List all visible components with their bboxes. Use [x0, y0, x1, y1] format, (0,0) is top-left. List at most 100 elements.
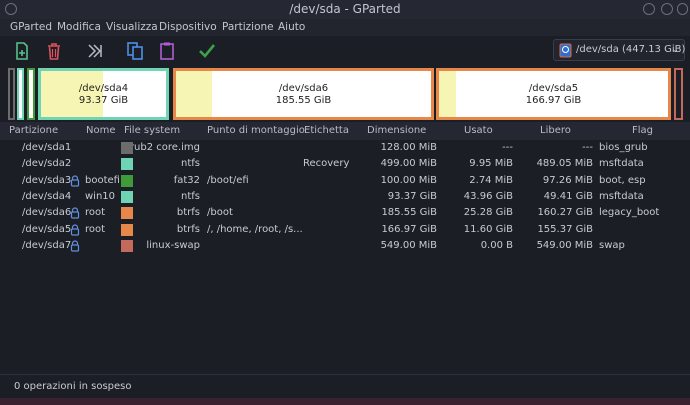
- fs-color-swatch: [121, 190, 133, 203]
- used-fill: [176, 71, 212, 117]
- table-row[interactable]: /dev/sda7 swap linux-swap 549.00 MiB 0.00 B 5…: [0, 238, 690, 254]
- cell-flags: swap: [599, 239, 625, 251]
- table-row[interactable]: /dev/sda1 bios_grub grub2 core.img 128.00 M…: [0, 140, 690, 156]
- table-header: Partizione Nome File system Punto di mon…: [0, 122, 690, 140]
- apply-icon[interactable]: [197, 41, 217, 61]
- cell-free: 489.05 MiB: [536, 158, 593, 170]
- col-nome[interactable]: Nome: [86, 125, 116, 136]
- cell-size: 499.00 MiB: [380, 158, 437, 170]
- cell-flags: msftdata: [599, 190, 644, 202]
- map-sda4[interactable]: /dev/sda4 93.37 GiB: [38, 68, 169, 120]
- cell-name: win10: [85, 190, 116, 202]
- col-flag[interactable]: Flag: [632, 125, 653, 136]
- delete-icon[interactable]: [44, 41, 64, 61]
- fs-color-swatch: [121, 174, 133, 187]
- new-icon[interactable]: [12, 41, 32, 61]
- cell-filesystem: grub2 core.img: [123, 142, 200, 153]
- lock-icon: [70, 240, 80, 252]
- col-libero[interactable]: Libero: [540, 125, 571, 136]
- menu-visualizza[interactable]: Visualizza: [106, 21, 158, 33]
- menu-modifica[interactable]: Modifica: [57, 21, 101, 33]
- menu-partizione[interactable]: Partizione: [222, 21, 274, 33]
- cell-free: 155.37 GiB: [537, 223, 593, 235]
- cell-size: 128.00 MiB: [380, 142, 437, 153]
- partition-size: 185.55 GiB: [275, 95, 332, 106]
- col-punto-di-montaggio[interactable]: Punto di montaggio: [207, 125, 305, 136]
- cell-filesystem: linux-swap: [146, 239, 200, 251]
- map-sda1[interactable]: [8, 68, 15, 120]
- used-fill: [41, 71, 103, 117]
- cell-partition: /dev/sda1: [22, 142, 72, 153]
- title-bar: /dev/sda - GParted: [0, 0, 690, 19]
- cell-free: ---: [582, 142, 593, 153]
- col-partizione[interactable]: Partizione: [9, 125, 58, 136]
- cell-size: 93.37 GiB: [387, 190, 437, 202]
- partition-name: /dev/sda4: [78, 83, 129, 94]
- fs-color-swatch: [121, 158, 133, 171]
- lock-icon: [70, 175, 80, 187]
- resize-icon[interactable]: [85, 41, 105, 61]
- cell-free: 97.26 MiB: [542, 174, 593, 186]
- device-selector[interactable]: /dev/sda (447.13 GiB) ⌄: [553, 39, 685, 61]
- col-etichetta[interactable]: Etichetta: [304, 125, 349, 136]
- maximize-button[interactable]: [661, 3, 673, 15]
- cell-size: 100.00 MiB: [380, 174, 437, 186]
- col-usato[interactable]: Usato: [464, 125, 493, 136]
- col-file-system[interactable]: File system: [124, 125, 180, 136]
- cell-partition: /dev/sda6: [22, 207, 72, 219]
- map-sda3[interactable]: [27, 68, 35, 120]
- partition-size: 93.37 GiB: [78, 95, 129, 106]
- partition-size: 166.97 GiB: [525, 95, 582, 106]
- map-sda5[interactable]: /dev/sda5 166.97 GiB: [436, 68, 671, 120]
- menu-aiuto[interactable]: Aiuto: [278, 21, 305, 33]
- cell-size: 549.00 MiB: [380, 239, 437, 251]
- window-title: /dev/sda - GParted: [289, 2, 401, 16]
- desktop-strip: [0, 398, 690, 405]
- cell-partition: /dev/sda5: [22, 223, 72, 235]
- partition-name: /dev/sda5: [528, 83, 579, 94]
- minimize-button[interactable]: [643, 3, 655, 15]
- cell-partition: /dev/sda3: [22, 174, 72, 186]
- cell-partition: /dev/sda7: [22, 239, 72, 251]
- status-bar: 0 operazioni in sospeso: [0, 374, 690, 399]
- table-row[interactable]: /dev/sda3 bootefi/boot/efi boot, esp fat32 1…: [0, 173, 690, 189]
- close-button[interactable]: [677, 3, 688, 15]
- used-fill: [439, 71, 456, 117]
- paste-icon[interactable]: [157, 41, 177, 61]
- table-row[interactable]: /dev/sda5 root /, /home, /root, /s... btrfs…: [0, 222, 690, 238]
- disk-icon: [559, 43, 572, 58]
- map-sda7[interactable]: [674, 68, 683, 120]
- cell-used: 25.28 GiB: [463, 207, 513, 219]
- cell-flags: bios_grub: [599, 142, 648, 153]
- table-row[interactable]: /dev/sda4 win10 msftdata ntfs 93.37 GiB 43.96…: [0, 189, 690, 205]
- cell-mount: /, /home, /root, /s...: [207, 223, 303, 235]
- cell-used: 0.00 B: [480, 239, 513, 251]
- table-row[interactable]: /dev/sda6 root/boot legacy_boot btrfs 185.55…: [0, 205, 690, 221]
- cell-filesystem: fat32: [173, 174, 200, 186]
- menu-dispositivo[interactable]: Dispositivo: [159, 21, 217, 33]
- cell-free: 160.27 GiB: [537, 207, 593, 219]
- chevron-down-icon: ⌄: [671, 45, 679, 55]
- cell-name: root: [85, 207, 106, 219]
- menu-gparted[interactable]: GParted: [10, 21, 52, 33]
- cell-used: 11.60 GiB: [463, 223, 513, 235]
- cell-size: 185.55 GiB: [381, 207, 437, 219]
- copy-icon[interactable]: [125, 41, 145, 61]
- cell-label: Recovery: [303, 158, 350, 170]
- cell-mount: /boot/efi: [207, 174, 249, 186]
- map-sda2[interactable]: [17, 68, 24, 120]
- cell-used: ---: [502, 142, 513, 153]
- cell-flags: legacy_boot: [599, 207, 660, 219]
- col-dimensione[interactable]: Dimensione: [367, 125, 426, 136]
- cell-used: 9.95 MiB: [469, 158, 513, 170]
- map-sda6[interactable]: /dev/sda6 185.55 GiB: [173, 68, 434, 120]
- fs-color-swatch: [121, 239, 133, 252]
- cell-used: 2.74 MiB: [469, 174, 513, 186]
- fs-color-swatch: [121, 142, 133, 154]
- table-row[interactable]: /dev/sda2 Recovery msftdata ntfs 499.00 MiB 9…: [0, 156, 690, 172]
- cell-free: 549.00 MiB: [536, 239, 593, 251]
- lock-icon: [70, 223, 80, 236]
- cell-filesystem: btrfs: [176, 207, 200, 219]
- lock-icon: [70, 207, 80, 219]
- cell-partition: /dev/sda4: [22, 190, 72, 202]
